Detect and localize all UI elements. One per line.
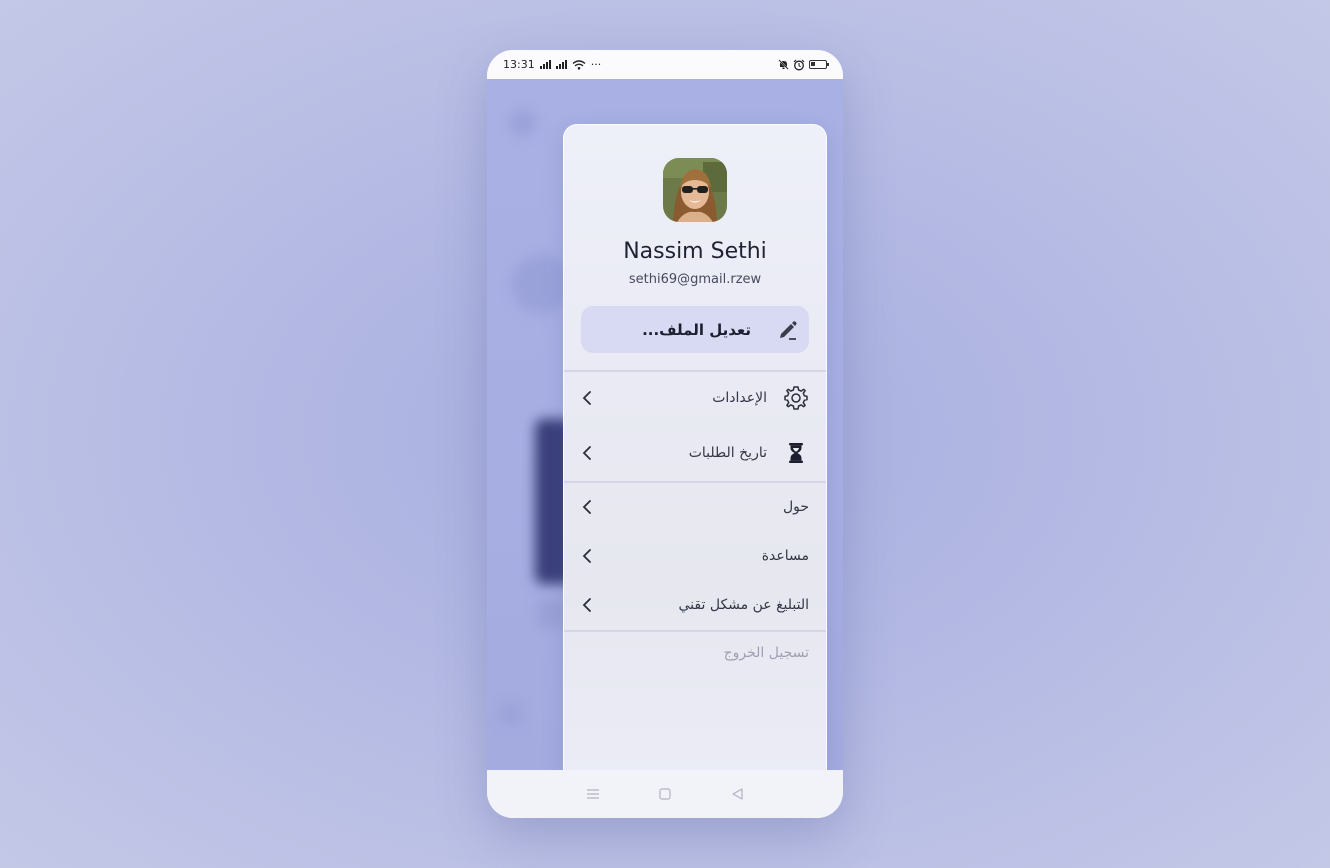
menu-item-about[interactable]: حول — [581, 487, 809, 527]
wifi-icon — [572, 59, 586, 70]
profile-name: Nassim Sethi — [623, 239, 767, 264]
alarm-icon — [793, 59, 805, 70]
divider — [564, 370, 826, 372]
status-right — [778, 59, 829, 71]
menu-item-help[interactable]: مساعدة — [581, 536, 809, 576]
profile-email: sethi69@gmail.rzew — [628, 272, 762, 287]
edit-profile-label: تعديل الملف... — [642, 320, 751, 339]
edit-profile-button[interactable]: تعديل الملف... — [581, 306, 809, 353]
menu-item-label: مساعدة — [761, 548, 809, 564]
blurred-element — [509, 109, 537, 137]
status-time: 13:31 — [503, 58, 535, 71]
menu-item-label: التبليغ عن مشكل تقني — [678, 597, 809, 613]
signal-icon — [539, 60, 551, 69]
status-bar: 13:31 ··· — [487, 50, 843, 79]
signal-icon-2 — [555, 60, 567, 69]
back-triangle-icon[interactable] — [730, 787, 744, 801]
avatar[interactable] — [663, 158, 727, 222]
profile-menu-panel: Nassim Sethi sethi69@gmail.rzew تعديل ال… — [563, 124, 827, 770]
battery-icon — [809, 60, 829, 69]
mute-bell-icon — [778, 59, 789, 70]
status-left: 13:31 ··· — [503, 58, 601, 71]
menu-item-label: حول — [782, 499, 809, 515]
hourglass-icon — [789, 443, 803, 463]
chevron-left-icon — [582, 549, 591, 563]
gear-icon — [784, 386, 808, 410]
chevron-left-icon — [582, 446, 591, 460]
chevron-left-icon — [582, 500, 591, 514]
menu-item-settings[interactable]: الإعدادات — [581, 378, 809, 418]
menu-item-label: تاريخ الطلبات — [688, 445, 767, 461]
menu-icon[interactable] — [586, 788, 600, 800]
logout-link[interactable]: تسجيل الخروج — [724, 645, 809, 661]
menu-item-report-problem[interactable]: التبليغ عن مشكل تقني — [581, 585, 809, 625]
blurred-app-background: Nassim Sethi sethi69@gmail.rzew تعديل ال… — [487, 79, 843, 770]
pencil-icon — [780, 320, 797, 340]
chevron-left-icon — [582, 598, 591, 612]
menu-item-label: الإعدادات — [712, 390, 767, 406]
phone-frame: 13:31 ··· Nassim Sethi sethi69@gmail.rze… — [487, 50, 843, 818]
home-square-icon[interactable] — [658, 787, 672, 801]
more-indicator: ··· — [590, 58, 602, 71]
divider — [564, 481, 826, 483]
blurred-element — [511, 254, 571, 314]
blurred-element — [501, 704, 521, 724]
chevron-left-icon — [582, 391, 591, 405]
avatar-photo — [663, 158, 727, 222]
divider — [564, 630, 826, 632]
menu-item-order-history[interactable]: تاريخ الطلبات — [581, 433, 809, 473]
system-nav-bar — [487, 770, 843, 818]
